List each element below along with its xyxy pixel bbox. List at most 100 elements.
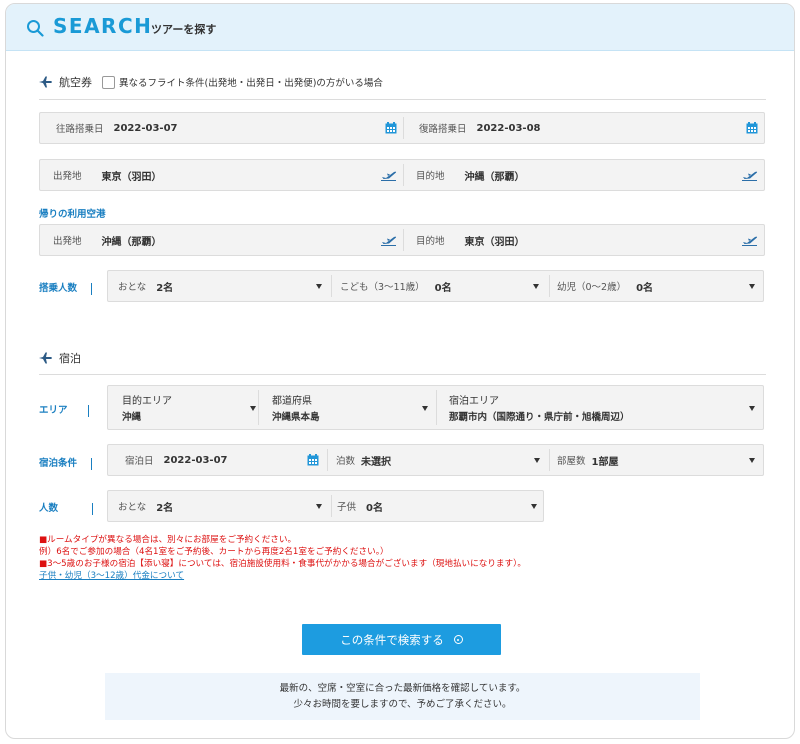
air-adult-value: 2名 [156, 282, 174, 294]
dest-area-select[interactable]: 目的エリア 沖縄 [122, 386, 258, 429]
hotel-adult-label: おとな [118, 502, 147, 513]
nights-select[interactable]: 泊数 未選択 [336, 445, 544, 475]
chevron-down-icon [422, 405, 428, 411]
people-row: おとな 2名 子供 0名 [107, 490, 544, 522]
field-separator [549, 275, 550, 297]
field-separator [436, 390, 437, 425]
notice-line: 最新の、空席・空室に合った最新価格を確認しています。 [279, 682, 526, 694]
notice-line: 少々お時間を要しますので、予めご了承ください。 [293, 698, 512, 710]
calendar-icon[interactable] [307, 454, 319, 466]
note-line: ■3～5歳のお子様の宿泊【添い寝】については、宿泊施設使用料・食事代がかかる場合… [39, 559, 526, 569]
chevron-down-icon [250, 405, 256, 411]
section-divider [39, 99, 766, 100]
stay-date-field[interactable]: 宿泊日 2022-03-07 [125, 445, 227, 475]
stay-date-value: 2022-03-07 [163, 454, 228, 466]
header-title: SEARCH [53, 14, 153, 38]
plane-takeoff-icon [742, 171, 758, 181]
chevron-down-icon [534, 458, 540, 463]
outbound-date-field[interactable]: 往路搭乗日 2022-03-07 [56, 113, 177, 143]
air-child-value: 0名 [434, 282, 452, 294]
depart-value: 東京（羽田） [101, 171, 162, 183]
search-icon [27, 20, 44, 37]
return-destination-label: 目的地 [416, 236, 445, 247]
destination-field[interactable]: 目的地 沖縄（那覇） [416, 160, 525, 190]
chevron-down-icon [316, 284, 322, 289]
nights-value: 未選択 [361, 456, 392, 468]
hotel-child-label: 子供 [337, 502, 357, 513]
area-row: 目的エリア 沖縄 都道府県 沖縄県本島 宿泊エリア 那覇市内（国際通り・県庁前・… [107, 385, 764, 430]
inbound-date-value: 2022-03-08 [476, 122, 541, 134]
rooms-select[interactable]: 部屋数 1部屋 [557, 445, 757, 475]
air-section-title: 航空券 異なるフライト条件(出発地・出発日・出発便)の方がいる場合 [39, 74, 383, 90]
chevron-down-icon [531, 504, 537, 509]
diff-flight-label: 異なるフライト条件(出発地・出発日・出発便)の方がいる場合 [119, 78, 383, 89]
air-child-label: こども（3〜11歳） [340, 282, 425, 293]
stay-date-label: 宿泊日 [125, 456, 154, 467]
hotel-child-value: 0名 [366, 502, 383, 514]
plane-takeoff-icon [742, 236, 758, 246]
depart-label: 出発地 [53, 171, 82, 182]
note-line: ■ルームタイプが異なる場合は、別々にお部屋をご予約ください。 [39, 535, 297, 545]
return-airport-title: 帰りの利用空港 [39, 209, 106, 220]
flight-dates-row: 往路搭乗日 2022-03-07 復路搭乗日 2022-03-08 [39, 112, 765, 144]
calendar-icon[interactable] [385, 122, 397, 134]
inbound-date-field[interactable]: 復路搭乗日 2022-03-08 [419, 113, 540, 143]
section-divider [39, 374, 766, 375]
destination-label: 目的地 [416, 171, 445, 182]
passenger-count-text: 搭乗人数 [39, 283, 78, 294]
search-header: SEARCH ツアーを探す [6, 4, 794, 51]
search-button-label: この条件で検索する [340, 632, 444, 647]
hotel-adult-value: 2名 [156, 502, 174, 514]
chevron-down-icon [749, 284, 755, 289]
stay-condition-row: 宿泊日 2022-03-07 泊数 未選択 部屋数 1部屋 [107, 444, 764, 476]
chevron-down-icon [749, 458, 755, 463]
chevron-down-icon [533, 284, 539, 289]
route-row: 出発地 東京（羽田） 目的地 沖縄（那覇） [39, 159, 765, 191]
chevron-down-icon [316, 504, 322, 509]
hotel-section-title: 宿泊 [39, 350, 81, 366]
people-label: 人数 [39, 500, 94, 515]
calendar-icon[interactable] [746, 122, 758, 134]
air-section-label: 航空券 [59, 76, 92, 89]
return-depart-field[interactable]: 出発地 沖縄（那覇） [53, 225, 162, 255]
return-route-row: 出発地 沖縄（那覇） 目的地 東京（羽田） [39, 224, 765, 256]
outbound-date-label: 往路搭乗日 [56, 124, 104, 135]
field-separator [331, 275, 332, 297]
air-infant-value: 0名 [636, 282, 654, 294]
header-subtitle: ツアーを探す [151, 23, 217, 36]
diff-flight-checkbox[interactable] [102, 75, 115, 89]
air-infant-select[interactable]: 幼児（0〜2歳） 0名 [557, 271, 757, 301]
passenger-row: おとな 2名 こども（3〜11歳） 0名 幼児（0〜2歳） 0名 [107, 270, 764, 302]
field-separator [403, 117, 404, 139]
hotel-child-select[interactable]: 子供 0名 [337, 491, 539, 521]
search-button[interactable]: この条件で検索する [302, 624, 501, 655]
rooms-label: 部屋数 [557, 456, 586, 467]
field-separator [331, 495, 332, 517]
field-separator [549, 449, 550, 471]
field-separator [403, 164, 404, 186]
plane-takeoff-icon [381, 171, 397, 181]
return-destination-field[interactable]: 目的地 東京（羽田） [416, 225, 525, 255]
air-infant-label: 幼児（0〜2歳） [557, 282, 627, 293]
dest-area-value: 沖縄 [122, 412, 142, 423]
air-adult-select[interactable]: おとな 2名 [118, 271, 326, 301]
field-separator [403, 229, 404, 251]
child-price-link[interactable]: 子供・幼児（3～12歳）代金について [39, 571, 184, 583]
outbound-date-value: 2022-03-07 [113, 122, 178, 134]
air-child-select[interactable]: こども（3〜11歳） 0名 [340, 271, 543, 301]
hotel-adult-select[interactable]: おとな 2名 [118, 491, 326, 521]
area-label: エリア [39, 402, 89, 417]
prefecture-select[interactable]: 都道府県 沖縄県本島 [272, 386, 430, 429]
air-adult-label: おとな [118, 282, 147, 293]
stay-area-select[interactable]: 宿泊エリア 那覇市内（国際通り・県庁前・旭橋周辺） [449, 386, 757, 429]
rooms-value: 1部屋 [591, 456, 619, 468]
depart-field[interactable]: 出発地 東京（羽田） [53, 160, 162, 190]
return-depart-label: 出発地 [53, 236, 82, 247]
arrow-circle-icon [453, 635, 463, 644]
return-destination-value: 東京（羽田） [464, 236, 525, 248]
destination-value: 沖縄（那覇） [464, 171, 525, 183]
passenger-count-label: 搭乗人数 [39, 280, 93, 295]
return-depart-value: 沖縄（那覇） [101, 236, 162, 248]
stay-area-value: 那覇市内（国際通り・県庁前・旭橋周辺） [449, 412, 630, 423]
area-text: エリア [39, 405, 68, 416]
